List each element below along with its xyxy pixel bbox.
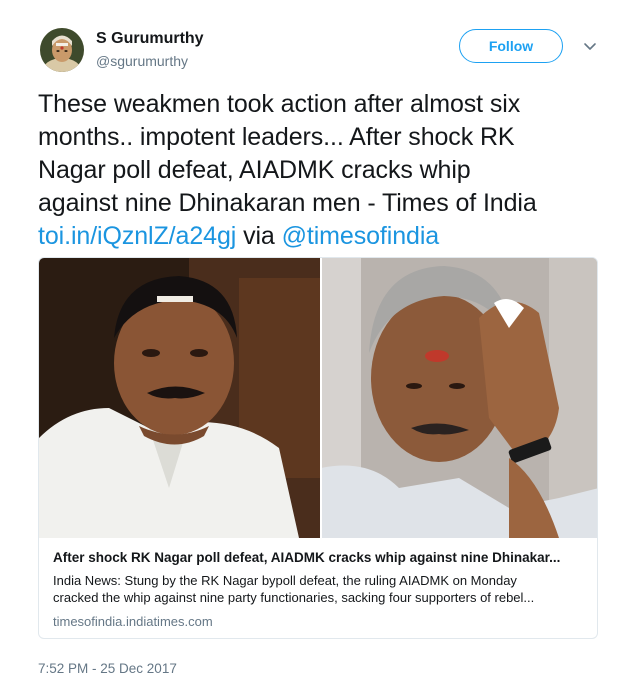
card-image [39, 258, 597, 538]
tweet-text-line: months.. impotent leaders... After shock… [38, 123, 515, 151]
card-domain: timesofindia.indiatimes.com [53, 614, 213, 629]
card-description-line: India News: Stung by the RK Nagar bypoll… [53, 573, 517, 588]
mention-link[interactable]: @timesofindia [282, 222, 440, 250]
avatar[interactable] [40, 28, 84, 72]
card-description: India News: Stung by the RK Nagar bypoll… [53, 572, 587, 606]
card-description-line: cracked the whip against nine party func… [53, 590, 535, 605]
tweet-text-line: These weakmen took action after almost s… [38, 90, 521, 118]
tweet-text: These weakmen took action after almost s… [38, 88, 608, 253]
tweet-text-line: toi.in/iQznlZ/a24gj via @timesofindia [38, 220, 608, 253]
avatar-portrait-icon [40, 28, 84, 72]
author-handle[interactable]: @sgurumurthy [96, 53, 188, 69]
card-title[interactable]: After shock RK Nagar poll defeat, AIADMK… [53, 550, 587, 565]
tweet-timestamp[interactable]: 7:52 PM - 25 Dec 2017 [38, 661, 177, 676]
tweet-container: S Gurumurthy @sgurumurthy Follow These w… [0, 0, 640, 688]
tweet-text-line: Nagar poll defeat, AIADMK cracks whip [38, 156, 471, 184]
chevron-down-icon[interactable] [582, 38, 598, 54]
link-preview-card[interactable]: After shock RK Nagar poll defeat, AIADMK… [38, 257, 598, 639]
follow-button[interactable]: Follow [459, 29, 563, 63]
tweet-text-line: against nine Dhinakaran men - Times of I… [38, 189, 537, 217]
via-text: via [243, 222, 275, 250]
tweet-link[interactable]: toi.in/iQznlZ/a24gj [38, 222, 236, 250]
author-name[interactable]: S Gurumurthy [96, 30, 204, 48]
news-photo [39, 258, 597, 538]
